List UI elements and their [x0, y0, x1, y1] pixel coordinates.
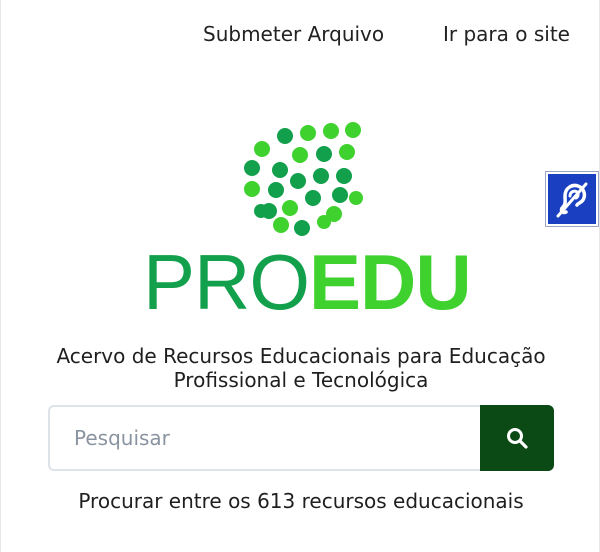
search-icon	[507, 428, 528, 449]
logo-dots-graphic	[244, 122, 363, 236]
tagline-line-2: Profissional e Tecnológica	[173, 368, 429, 392]
tagline-line-1: Acervo de Recursos Educacionais para Edu…	[56, 344, 546, 368]
proedu-logo-mark	[236, 118, 366, 242]
site-tagline: Acervo de Recursos Educacionais para Edu…	[1, 344, 600, 392]
hearing-accessibility-icon	[556, 182, 588, 218]
top-navigation: Submeter Arquivo Ir para o site	[1, 20, 600, 48]
submit-file-link[interactable]: Submeter Arquivo	[203, 20, 384, 48]
search-button[interactable]	[480, 405, 554, 471]
go-to-site-link[interactable]: Ir para o site	[443, 20, 570, 48]
logo-edu-text: EDU	[309, 238, 472, 326]
resource-count-text: Procurar entre os 613 recursos educacion…	[78, 489, 524, 513]
search-form	[48, 405, 554, 471]
proedu-logo-text: PROEDU	[143, 243, 472, 321]
logo-pro-text: PRO	[143, 238, 310, 326]
page: Submeter Arquivo Ir para o site PROEDU A…	[0, 0, 600, 552]
accessibility-button[interactable]	[545, 171, 599, 227]
search-input[interactable]	[48, 405, 482, 471]
